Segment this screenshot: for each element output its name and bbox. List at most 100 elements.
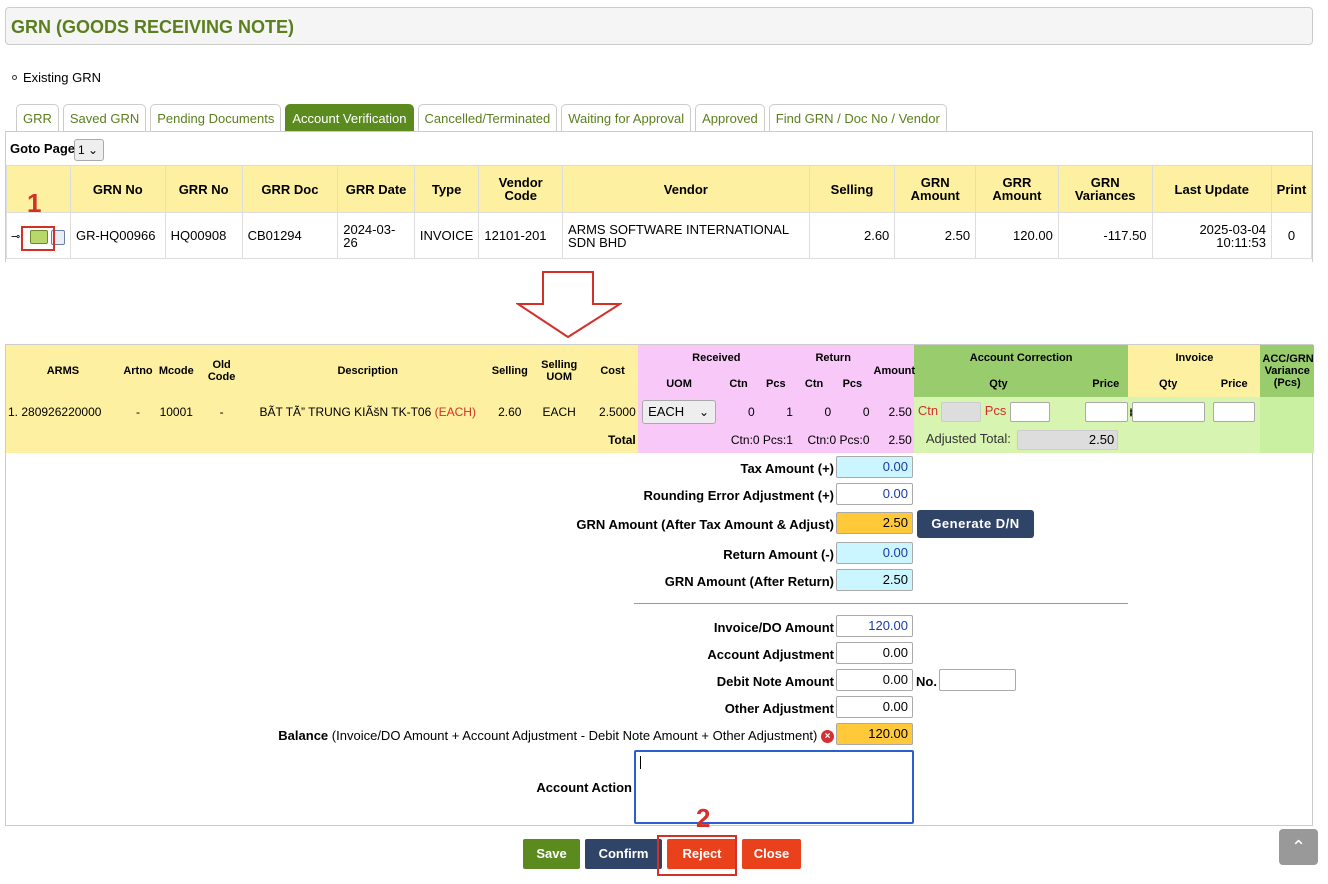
col-vendor: Vendor [562, 165, 810, 213]
account-action-textarea[interactable] [634, 750, 914, 824]
tab-pending-documents[interactable]: Pending Documents [150, 104, 282, 131]
last-update-time: 10:11:53 [1216, 234, 1266, 250]
step-2-marker: 2 [696, 803, 711, 833]
page-header: GRN (GOODS RECEIVING NOTE) [5, 7, 1313, 45]
tab-cancelled-terminated[interactable]: Cancelled/Terminated [417, 104, 558, 131]
item-table: ARMS Artno Mcode Old Code Description Se… [6, 345, 1314, 453]
grn-list-table: GRN No GRR No GRR Doc GRR Date Type Vend… [6, 165, 1313, 259]
grn-after-return-value: 2.50 [836, 569, 913, 591]
chevron-down-icon: ⌄ [88, 143, 99, 157]
cell-grr-amount: 120.00 [975, 212, 1059, 259]
col-selling-uom: Selling UOM [530, 345, 588, 397]
down-arrow-icon [516, 271, 622, 339]
col-account-correction: Account Correction [913, 345, 1129, 371]
total-return: Ctn:0 Pcs:0 [794, 427, 872, 453]
close-button[interactable]: Close [742, 839, 801, 869]
cell-selling: 2.60 [488, 397, 531, 427]
col-vendor-code: Vendor Code [478, 165, 564, 213]
cell-variance [1260, 397, 1314, 453]
cell-received-pcs: 1 [756, 397, 795, 427]
correction-pcs-input[interactable] [1009, 402, 1050, 422]
cell-grr-no: HQ00908 [164, 212, 243, 259]
total-label: Total [6, 427, 638, 453]
confirm-button[interactable]: Confirm [585, 839, 662, 869]
other-adjustment-label: Other Adjustment [724, 701, 834, 716]
uom-select[interactable]: EACH ⌄ [642, 400, 717, 424]
col-grr-date: GRR Date [337, 165, 415, 213]
correction-ctn-input[interactable] [941, 402, 982, 422]
col-return: Return [794, 345, 872, 371]
cell-return-pcs: 0 [833, 397, 872, 427]
tax-amount-label: Tax Amount (+) [740, 461, 834, 476]
cell-type: INVOICE [413, 212, 480, 259]
balance-label: Balance [278, 728, 329, 743]
invoice-do-amount-input[interactable]: 120.00 [836, 615, 913, 637]
row-actions: ⊸ [6, 212, 71, 259]
divider [634, 603, 1128, 604]
key-icon[interactable]: ⊸ [11, 231, 20, 244]
col-grr-doc: GRR Doc [241, 165, 339, 213]
table-row: ⊸ GR-HQ00966 HQ00908 CB01294 2024-03-26 … [6, 212, 1313, 259]
cell-grn-no: GR-HQ00966 [69, 212, 166, 259]
col-artno: Artno [119, 345, 157, 397]
debit-note-no-label: No. [916, 674, 937, 689]
tab-waiting-for-approval[interactable]: Waiting for Approval [561, 104, 692, 131]
goto-page-select[interactable]: 1 ⌄ [74, 139, 104, 161]
cell-old-code: - [196, 397, 247, 427]
col-correction-qty: Qty [913, 371, 1084, 397]
item-description: BÃT TÃ” TRUNG KIÃšN TK-T06 [259, 405, 432, 419]
goto-page-label: Goto Page [10, 141, 76, 156]
col-selling: Selling [808, 165, 896, 213]
debit-note-no-input[interactable] [939, 669, 1016, 691]
generate-dn-button[interactable]: Generate D/N [917, 510, 1034, 538]
tax-amount-input[interactable]: 0.00 [836, 456, 913, 478]
rounding-adjustment-input[interactable]: 0.00 [836, 483, 913, 505]
step-1-marker: 1 [27, 188, 42, 218]
cell-cost: 2.5000 [587, 397, 638, 427]
chevron-up-icon: ⌃ [1290, 837, 1307, 857]
cell-arms: 1. 280926220000 [6, 397, 120, 427]
cell-grr-date: 2024-03-26 [337, 212, 415, 259]
error-icon: × [821, 730, 834, 744]
cell-correction-price: ▦ [1083, 397, 1139, 427]
invoice-do-amount-label: Invoice/DO Amount [713, 620, 834, 635]
uom-select-value: EACH [648, 404, 685, 419]
cell-received-ctn: 0 [720, 397, 757, 427]
cell-last-update: 2025-03-04 10:11:53 [1151, 212, 1272, 259]
tab-saved-grn[interactable]: Saved GRN [62, 104, 147, 131]
cell-selling-uom: EACH [530, 397, 588, 427]
scroll-to-top-button[interactable]: ⌃ [1279, 829, 1318, 865]
other-adjustment-input[interactable]: 0.00 [836, 696, 913, 718]
page-title: GRN (GOODS RECEIVING NOTE) [11, 17, 295, 37]
col-arms: ARMS [6, 345, 120, 397]
account-adjustment-label: Account Adjustment [707, 647, 834, 662]
col-return-pcs: Pcs [833, 371, 872, 397]
col-type: Type [413, 165, 480, 213]
col-grn-no: GRN No [69, 165, 166, 213]
grn-after-tax-label: GRN Amount (After Tax Amount & Adjust) [576, 517, 834, 532]
col-received-uom: UOM [637, 371, 721, 397]
correction-price-input[interactable] [1085, 402, 1129, 422]
tab-grr[interactable]: GRR [16, 104, 59, 131]
debit-note-amount-input[interactable]: 0.00 [836, 669, 913, 691]
total-row: Total Ctn:0 Pcs:1 Ctn:0 Pcs:0 2.50 Adjus… [6, 427, 1314, 453]
tab-find-grn[interactable]: Find GRN / Doc No / Vendor [768, 104, 947, 131]
account-adjustment-input[interactable]: 0.00 [836, 642, 913, 664]
bullet-icon [12, 75, 17, 81]
col-variance: ACC/GRN Variance (Pcs) [1260, 345, 1314, 397]
cell-grn-variances: -117.50 [1057, 212, 1153, 259]
save-button[interactable]: Save [523, 839, 580, 869]
tab-approved[interactable]: Approved [695, 104, 765, 131]
col-old-code: Old Code [196, 345, 247, 397]
col-correction-price: Price [1083, 371, 1129, 397]
cell-vendor-code: 12101-201 [478, 212, 564, 259]
invoice-qty-input[interactable] [1131, 402, 1205, 422]
item-number: 1. [8, 405, 19, 419]
table-row: 1. 280926220000 - 10001 - BÃT TÃ” TRUNG … [6, 397, 1314, 453]
adjusted-total-value: 2.50 [1017, 430, 1119, 450]
col-print: Print [1270, 165, 1313, 213]
invoice-price-input[interactable] [1213, 402, 1256, 422]
existing-grn-item[interactable]: Existing GRN [12, 70, 101, 85]
item-header-row-1: ARMS Artno Mcode Old Code Description Se… [6, 345, 1314, 397]
tab-account-verification[interactable]: Account Verification [285, 104, 414, 131]
